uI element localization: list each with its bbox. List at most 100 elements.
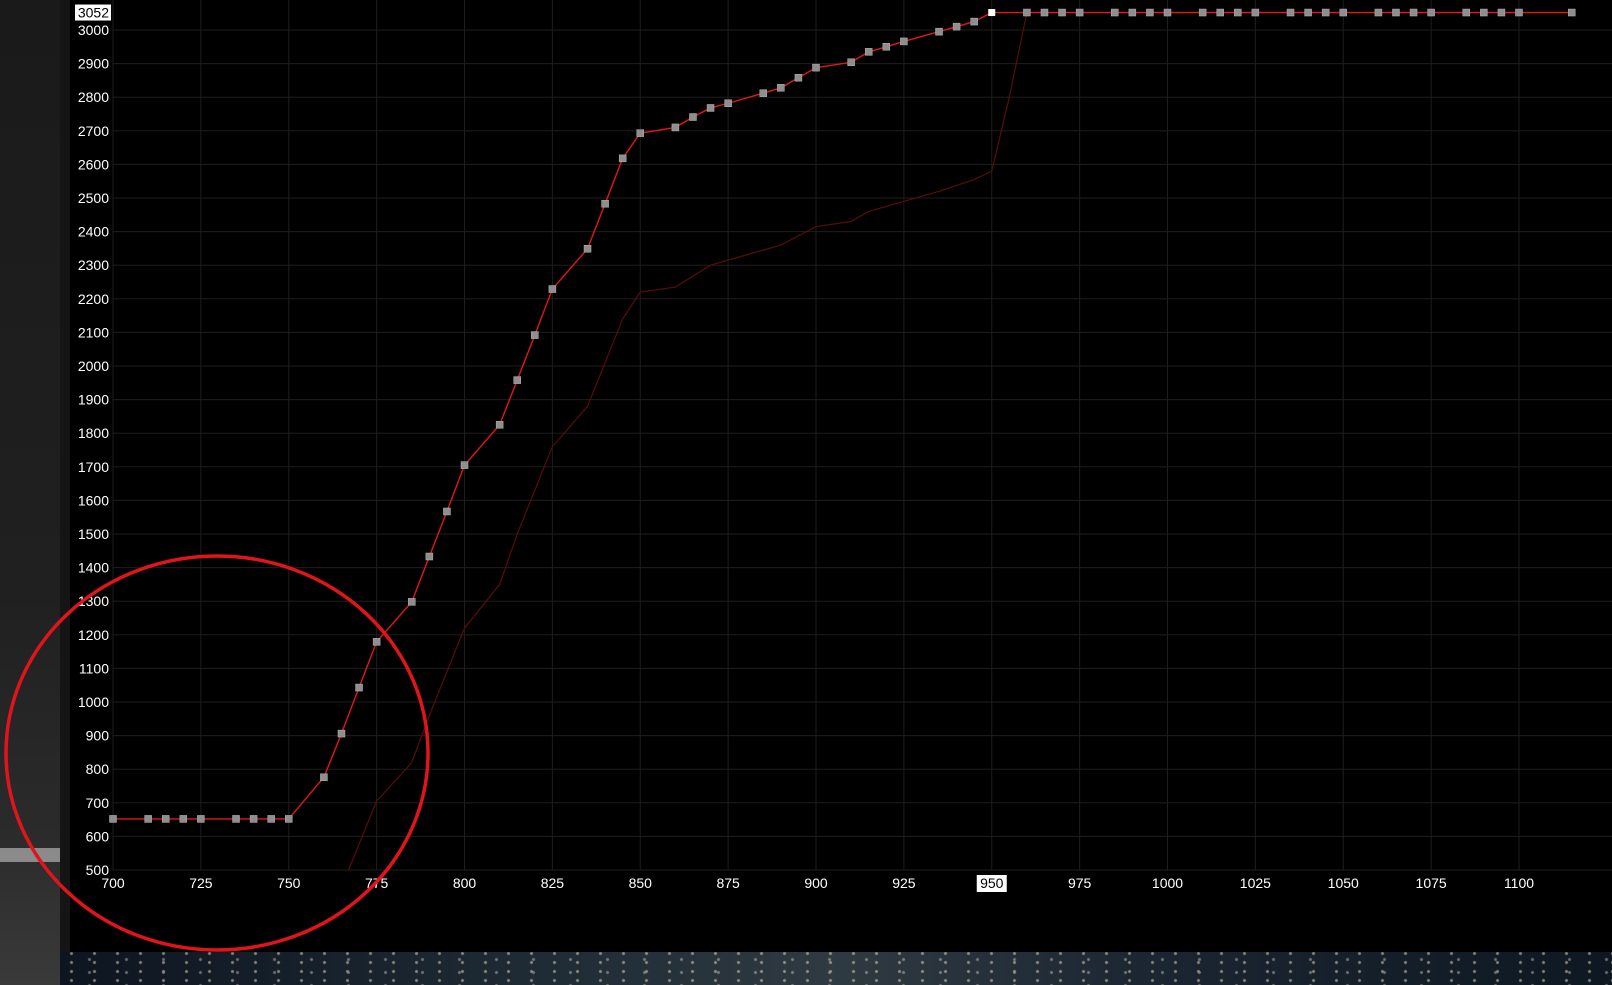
- y-tick-label: 1800: [78, 425, 109, 441]
- x-tick-label: 800: [453, 875, 477, 891]
- x-tick-label: 750: [277, 875, 301, 891]
- y-tick-label: 1400: [78, 560, 109, 576]
- data-point-marker: [882, 43, 891, 51]
- data-point-marker: [109, 815, 117, 823]
- y-tick-label: 600: [86, 828, 110, 844]
- x-tick-label: 1100: [1504, 875, 1534, 891]
- y-tick-label: 2200: [78, 291, 109, 307]
- x-tick-label: 925: [892, 875, 916, 891]
- x-tick-label: 975: [1068, 875, 1092, 891]
- reference-series: [347, 11, 1572, 871]
- y-tick-label: 2600: [78, 156, 109, 172]
- background-window-band: [0, 848, 60, 862]
- data-point-marker: [583, 244, 592, 253]
- chart-panel[interactable]: 500 600 700 800 900 1000 1100 1200 1300 1400 1500 1…: [70, 0, 1612, 952]
- data-point-marker: [794, 73, 803, 82]
- data-point-marker: [1163, 8, 1172, 17]
- main-series: [113, 11, 1572, 820]
- data-point-marker: [1497, 8, 1506, 17]
- data-point-marker: [1374, 8, 1383, 17]
- data-point-marker: [1058, 8, 1066, 17]
- data-point-marker: [1111, 8, 1119, 17]
- y-tick-label: 800: [86, 761, 110, 777]
- data-point-marker: [513, 376, 521, 384]
- data-point-marker: [1075, 8, 1084, 17]
- data-point-marker: [777, 84, 785, 92]
- data-point-marker: [988, 9, 996, 17]
- y-tick-label: 2500: [78, 190, 109, 206]
- data-point-marker: [460, 461, 469, 469]
- data-point-marker: [1392, 8, 1400, 17]
- y-tick-label: 900: [86, 728, 110, 744]
- desktop-wallpaper-strip: [60, 952, 1612, 985]
- reference-series-line: [347, 11, 1572, 871]
- data-point-marker: [1146, 8, 1154, 17]
- data-point-marker: [1427, 8, 1435, 17]
- data-point-marker: [671, 123, 680, 132]
- data-point-marker: [900, 37, 908, 46]
- data-point-marker: [618, 154, 627, 163]
- data-point-marker: [1023, 8, 1031, 17]
- x-tick-label: 1025: [1240, 875, 1271, 891]
- data-point-marker: [232, 815, 240, 823]
- data-point-marker: [759, 89, 768, 97]
- data-point-marker: [1480, 8, 1488, 17]
- x-tick-label: 825: [541, 875, 565, 891]
- data-point-marker: [724, 99, 732, 107]
- crosshair-x-label: 950: [980, 875, 1004, 891]
- data-point-marker: [1321, 8, 1330, 17]
- x-tick-label: 725: [189, 875, 213, 891]
- y-tick-label: 3000: [78, 22, 109, 38]
- data-point-marker: [408, 598, 416, 606]
- data-point-marker: [443, 507, 451, 516]
- data-point-marker: [548, 285, 557, 293]
- data-point-marker: [970, 17, 978, 26]
- y-tick-label: 2800: [78, 89, 109, 105]
- data-point-marker: [1462, 8, 1471, 17]
- y-tick-label: 1700: [78, 459, 109, 475]
- data-point-marker: [1409, 8, 1418, 17]
- data-point-marker: [864, 48, 873, 56]
- data-point-marker: [1216, 8, 1224, 17]
- line-chart[interactable]: 5006007008009001000110012001300140015001…: [70, 0, 1612, 952]
- x-tick-label: 1000: [1152, 875, 1183, 891]
- x-tick-label: 700: [101, 875, 125, 891]
- y-axis: 5006007008009001000110012001300140015001…: [78, 22, 109, 878]
- data-point-marker: [495, 421, 504, 429]
- crosshair: 950 3052: [75, 4, 1007, 892]
- x-tick-label: 900: [804, 875, 828, 891]
- data-point-marker: [952, 22, 961, 31]
- y-tick-label: 1200: [78, 627, 109, 643]
- y-tick-label: 700: [86, 795, 110, 811]
- background-window-strip: [0, 0, 60, 985]
- data-point-marker: [531, 331, 539, 339]
- x-tick-label: 1050: [1328, 875, 1359, 891]
- data-point-marker: [249, 815, 258, 823]
- x-tick-label: 1075: [1416, 875, 1447, 891]
- data-point-marker: [935, 27, 943, 36]
- x-tick-label: 850: [629, 875, 653, 891]
- y-tick-label: 2900: [78, 56, 109, 72]
- y-tick-label: 1000: [78, 694, 109, 710]
- x-tick-label: 875: [716, 875, 740, 891]
- data-point-marker: [706, 104, 715, 112]
- data-point-marker: [636, 129, 644, 137]
- data-point-marker: [847, 58, 855, 67]
- data-point-marker: [1304, 8, 1312, 17]
- data-point-marker: [285, 815, 293, 823]
- y-tick-label: 1900: [78, 392, 109, 408]
- x-tick-label: 775: [365, 875, 389, 891]
- data-point-marker: [320, 773, 328, 782]
- data-point-marker: [337, 729, 346, 738]
- data-point-marker: [1567, 8, 1576, 17]
- y-tick-label: 2700: [78, 123, 109, 139]
- data-point-marker: [601, 199, 609, 208]
- data-point-marker: [355, 683, 363, 692]
- y-tick-label: 1300: [78, 593, 109, 609]
- x-axis: 700 725 750 775 800 825 850 875 900 925 975 1000 102…: [101, 875, 1534, 891]
- y-tick-label: 1100: [79, 660, 109, 676]
- data-point-marker: [1339, 8, 1347, 17]
- data-point-marker: [1198, 8, 1207, 17]
- wallpaper-lights: [60, 952, 1612, 985]
- data-point-marker: [1251, 8, 1260, 17]
